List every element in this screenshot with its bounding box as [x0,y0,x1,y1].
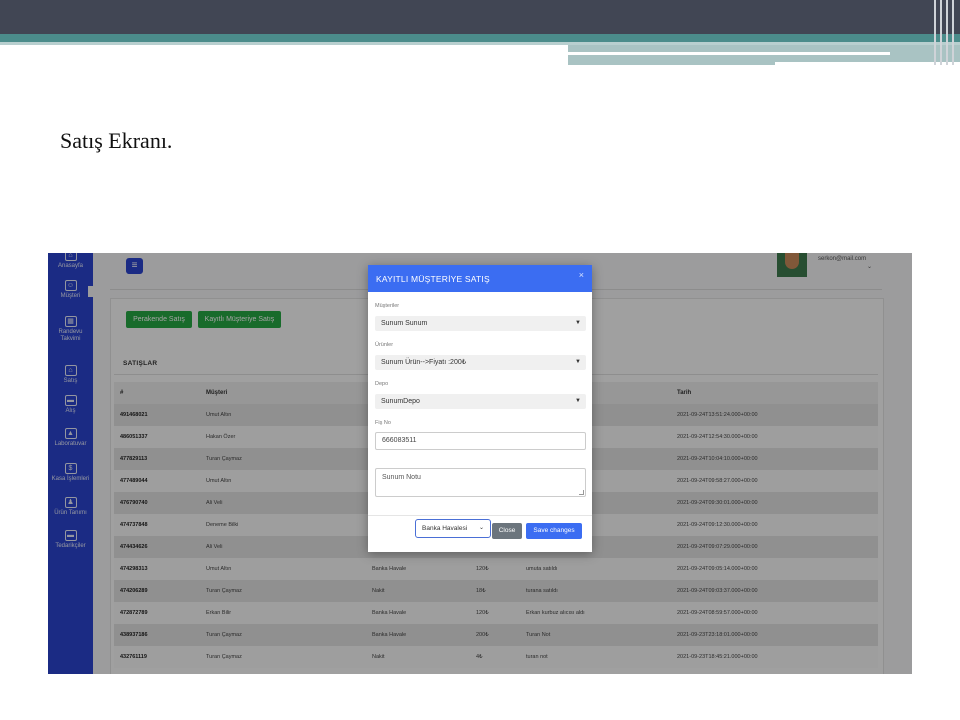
customer-label: Müşteriler [375,303,400,309]
receipt-number-input[interactable]: 666083511 [375,432,586,450]
product-label: Ürünler [375,342,394,348]
customer-select[interactable]: Sunum Sunum ▼ [375,316,586,331]
note-textarea[interactable]: Sunum Notu [375,468,586,497]
receipt-number-value: 666083511 [382,437,417,444]
slide-corner-lines [930,0,960,65]
resize-handle-icon[interactable] [579,490,584,495]
sale-modal: KAYITLI MÜŞTERİYE SATIŞ × Müşteriler Sun… [368,265,592,552]
modal-title: KAYITLI MÜŞTERİYE SATIŞ [376,274,490,284]
depot-select-value: SunumDepo [381,398,420,405]
slide-decor-line [568,52,890,55]
product-select-value: Sunum Ürün-->Fiyatı :200₺ [381,359,467,366]
payment-method-select[interactable]: Banka Havalesi ⌄ [415,519,491,538]
caret-down-icon: ▼ [575,398,581,404]
chevron-down-icon: ⌄ [478,525,484,531]
note-value: Sunum Notu [382,474,421,481]
caret-down-icon: ▼ [575,320,581,326]
product-select[interactable]: Sunum Ürün-->Fiyatı :200₺ ▼ [375,355,586,370]
payment-method-value: Banka Havalesi [422,525,468,532]
modal-header: KAYITLI MÜŞTERİYE SATIŞ × [368,265,592,292]
slide-teal-band [0,34,960,42]
customer-select-value: Sunum Sunum [381,320,428,327]
app-screenshot: ⌂ Anasayfa ☺ Müşteri ▦ Randevu Takvimi ⌂… [48,253,912,674]
modal-footer-divider [368,515,592,516]
depot-select[interactable]: SunumDepo ▼ [375,394,586,409]
slide-title: Satış Ekranı. [60,128,173,153]
receipt-label: Fiş No [375,420,391,426]
caret-down-icon: ▼ [575,359,581,365]
save-changes-button[interactable]: Save changes [526,523,582,539]
slide-header-bar [0,0,960,34]
depot-label: Depo [375,381,389,387]
close-button[interactable]: Close [492,523,522,539]
close-icon[interactable]: × [579,270,584,280]
